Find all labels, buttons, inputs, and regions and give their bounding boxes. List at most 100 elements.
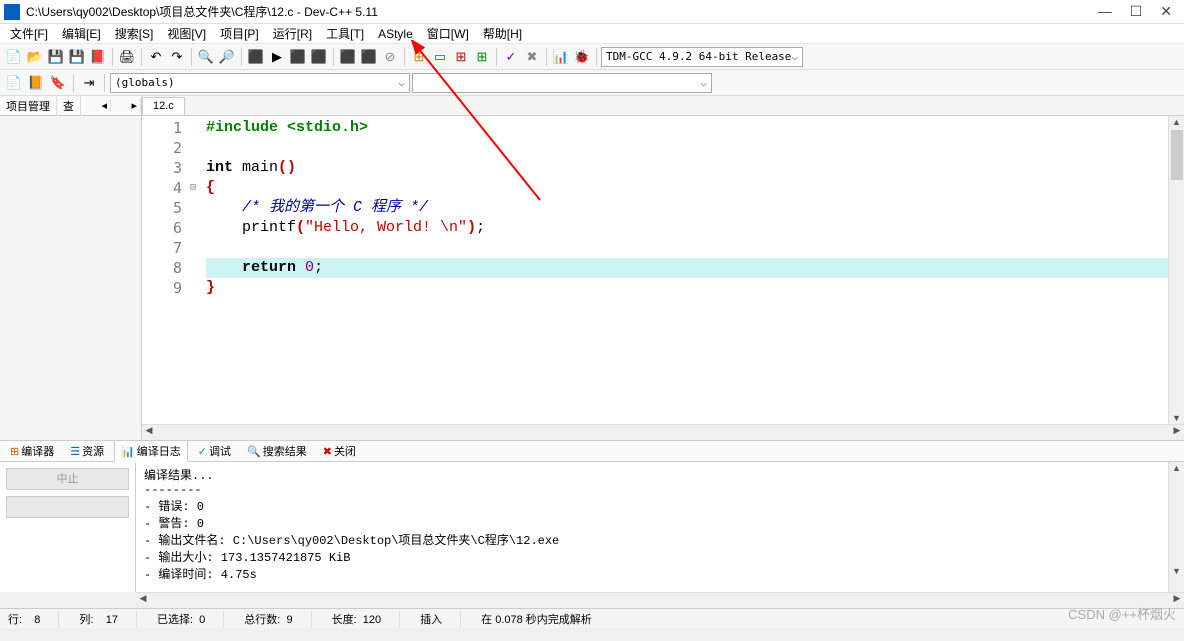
insert-icon[interactable]: 📙 bbox=[26, 73, 46, 93]
menu-edit[interactable]: 编辑[E] bbox=[56, 23, 107, 44]
title-bar: C:\Users\qy002\Desktop\项目总文件夹\C程序\12.c -… bbox=[0, 0, 1184, 24]
globals-dropdown[interactable]: (globals)⌵ bbox=[110, 73, 410, 93]
tab-search-results[interactable]: 🔍 搜索结果 bbox=[241, 441, 313, 461]
scroll-up-icon[interactable]: ▲ bbox=[1172, 117, 1181, 127]
new-project-icon[interactable]: 📄 bbox=[4, 73, 24, 93]
new-file-icon[interactable]: 📄 bbox=[4, 47, 24, 67]
undo-icon[interactable]: ↶ bbox=[146, 47, 166, 67]
project-tree[interactable] bbox=[0, 116, 141, 440]
redo-icon[interactable]: ↷ bbox=[167, 47, 187, 67]
open-icon[interactable]: 📂 bbox=[25, 47, 45, 67]
editor-tabs: 12.c bbox=[142, 96, 1184, 116]
abort-button[interactable]: 中止 bbox=[6, 468, 129, 490]
menu-run[interactable]: 运行[R] bbox=[267, 23, 318, 44]
debug-icon[interactable]: ⬛ bbox=[338, 47, 358, 67]
profile-icon[interactable]: ⊘ bbox=[380, 47, 400, 67]
status-sel: 已选择: 0 bbox=[157, 611, 224, 627]
tab-compile-log[interactable]: 📊 编译日志 bbox=[114, 440, 188, 462]
separator bbox=[546, 48, 547, 66]
grid4-icon[interactable]: ⊞ bbox=[472, 47, 492, 67]
menu-file[interactable]: 文件[F] bbox=[4, 23, 54, 44]
scroll-down-icon[interactable]: ▼ bbox=[1172, 566, 1181, 576]
status-length: 长度: 120 bbox=[332, 611, 401, 627]
separator bbox=[112, 48, 113, 66]
scroll-up-icon[interactable]: ▲ bbox=[1172, 463, 1181, 473]
line-gutter: 123456789 bbox=[142, 116, 190, 424]
grid3-icon[interactable]: ⊞ bbox=[451, 47, 471, 67]
fold-column[interactable]: ⊟ bbox=[190, 116, 206, 424]
tab-debug[interactable]: ✓ 调试 bbox=[192, 441, 237, 461]
separator bbox=[141, 48, 142, 66]
run-icon[interactable]: ▶ bbox=[267, 47, 287, 67]
sidetab-class[interactable]: 查 bbox=[57, 96, 81, 116]
log-spare-button[interactable] bbox=[6, 496, 129, 518]
editor-area: 12.c 123456789 ⊟ #include <stdio.h> int … bbox=[142, 96, 1184, 440]
status-col: 列: 17 bbox=[79, 611, 137, 627]
vertical-scrollbar[interactable]: ▲ ▼ bbox=[1168, 116, 1184, 424]
menu-tools[interactable]: 工具[T] bbox=[320, 23, 370, 44]
compiler-profile-dropdown[interactable]: TDM-GCC 4.9.2 64-bit Release⌵ bbox=[601, 47, 803, 67]
scroll-left-icon[interactable]: ◀ bbox=[136, 593, 150, 608]
separator bbox=[73, 74, 74, 92]
menu-astyle[interactable]: AStyle bbox=[372, 25, 419, 43]
bookmark-icon[interactable]: 🔖 bbox=[48, 73, 68, 93]
print-icon[interactable]: 🖨 bbox=[117, 47, 137, 67]
status-parse: 在 0.078 秒内完成解析 bbox=[481, 611, 592, 627]
minimize-button[interactable]: — bbox=[1098, 3, 1112, 20]
x-icon[interactable]: ✖ bbox=[522, 47, 542, 67]
horizontal-scrollbar[interactable]: ◀ ▶ bbox=[142, 424, 1184, 440]
tab-compiler[interactable]: ⊞ 编译器 bbox=[4, 441, 60, 461]
menu-search[interactable]: 搜索[S] bbox=[109, 23, 160, 44]
menu-bar: 文件[F] 编辑[E] 搜索[S] 视图[V] 项目[P] 运行[R] 工具[T… bbox=[0, 24, 1184, 44]
tab-close[interactable]: ✖ 关闭 bbox=[317, 441, 362, 461]
save-icon[interactable]: 💾 bbox=[46, 47, 66, 67]
scroll-down-icon[interactable]: ▼ bbox=[1172, 413, 1181, 423]
status-bar: 行: 8 列: 17 已选择: 0 总行数: 9 长度: 120 插入 在 0.… bbox=[0, 608, 1184, 628]
sidetab-next-icon[interactable]: ▸ bbox=[128, 99, 141, 112]
tab-resources[interactable]: ☰ 资源 bbox=[64, 441, 110, 461]
close-button[interactable]: ✕ bbox=[1160, 3, 1172, 20]
members-dropdown[interactable]: ⌵ bbox=[412, 73, 712, 93]
compile-icon[interactable]: ⬛ bbox=[246, 47, 266, 67]
scroll-right-icon[interactable]: ▶ bbox=[1170, 425, 1184, 440]
toolbar-secondary: 📄 📙 🔖 ⇥ (globals)⌵ ⌵ bbox=[0, 70, 1184, 96]
stop-icon[interactable]: ⬛ bbox=[359, 47, 379, 67]
chart-icon[interactable]: 📊 bbox=[551, 47, 571, 67]
menu-view[interactable]: 视图[V] bbox=[161, 23, 212, 44]
maximize-button[interactable]: ☐ bbox=[1130, 3, 1143, 20]
compile-run-icon[interactable]: ⬛ bbox=[288, 47, 308, 67]
compile-log-text[interactable]: 编译结果... -------- - 错误: 0 - 警告: 0 - 输出文件名… bbox=[136, 462, 1168, 592]
watermark: CSDN @++杯烟火 bbox=[1068, 604, 1176, 623]
save-all-icon[interactable]: 💾 bbox=[67, 47, 87, 67]
separator bbox=[404, 48, 405, 66]
grid2-icon[interactable]: ▭ bbox=[430, 47, 450, 67]
window-title: C:\Users\qy002\Desktop\项目总文件夹\C程序\12.c -… bbox=[26, 3, 1098, 20]
menu-project[interactable]: 项目[P] bbox=[214, 23, 265, 44]
separator bbox=[496, 48, 497, 66]
code-editor[interactable]: #include <stdio.h> int main(){ /* 我的第一个 … bbox=[206, 116, 1168, 424]
menu-help[interactable]: 帮助[H] bbox=[477, 23, 528, 44]
separator bbox=[191, 48, 192, 66]
separator bbox=[104, 74, 105, 92]
grid1-icon[interactable]: ⊞ bbox=[409, 47, 429, 67]
scroll-thumb[interactable] bbox=[1171, 130, 1183, 180]
find-icon[interactable]: 🔍 bbox=[196, 47, 216, 67]
menu-window[interactable]: 窗口[W] bbox=[421, 23, 475, 44]
log-vertical-scrollbar[interactable]: ▲ ▼ bbox=[1168, 462, 1184, 592]
main-area: 项目管理 查 ◂ ▸ 12.c 123456789 ⊟ #include <st… bbox=[0, 96, 1184, 440]
goto-icon[interactable]: ⇥ bbox=[79, 73, 99, 93]
sidetab-prev-icon[interactable]: ◂ bbox=[98, 99, 111, 112]
rebuild-icon[interactable]: ⬛ bbox=[309, 47, 329, 67]
status-lines: 总行数: 9 bbox=[244, 611, 311, 627]
separator bbox=[241, 48, 242, 66]
status-insert: 插入 bbox=[420, 611, 461, 627]
app-icon bbox=[4, 4, 20, 20]
scroll-left-icon[interactable]: ◀ bbox=[142, 425, 156, 440]
check-icon[interactable]: ✓ bbox=[501, 47, 521, 67]
editor-tab-12c[interactable]: 12.c bbox=[142, 97, 185, 115]
bug-icon[interactable]: 🐞 bbox=[572, 47, 592, 67]
log-horizontal-scrollbar[interactable]: ◀ ▶ bbox=[136, 592, 1184, 608]
replace-icon[interactable]: 🔎 bbox=[217, 47, 237, 67]
sidetab-project[interactable]: 项目管理 bbox=[0, 96, 57, 116]
close-file-icon[interactable]: 📕 bbox=[88, 47, 108, 67]
